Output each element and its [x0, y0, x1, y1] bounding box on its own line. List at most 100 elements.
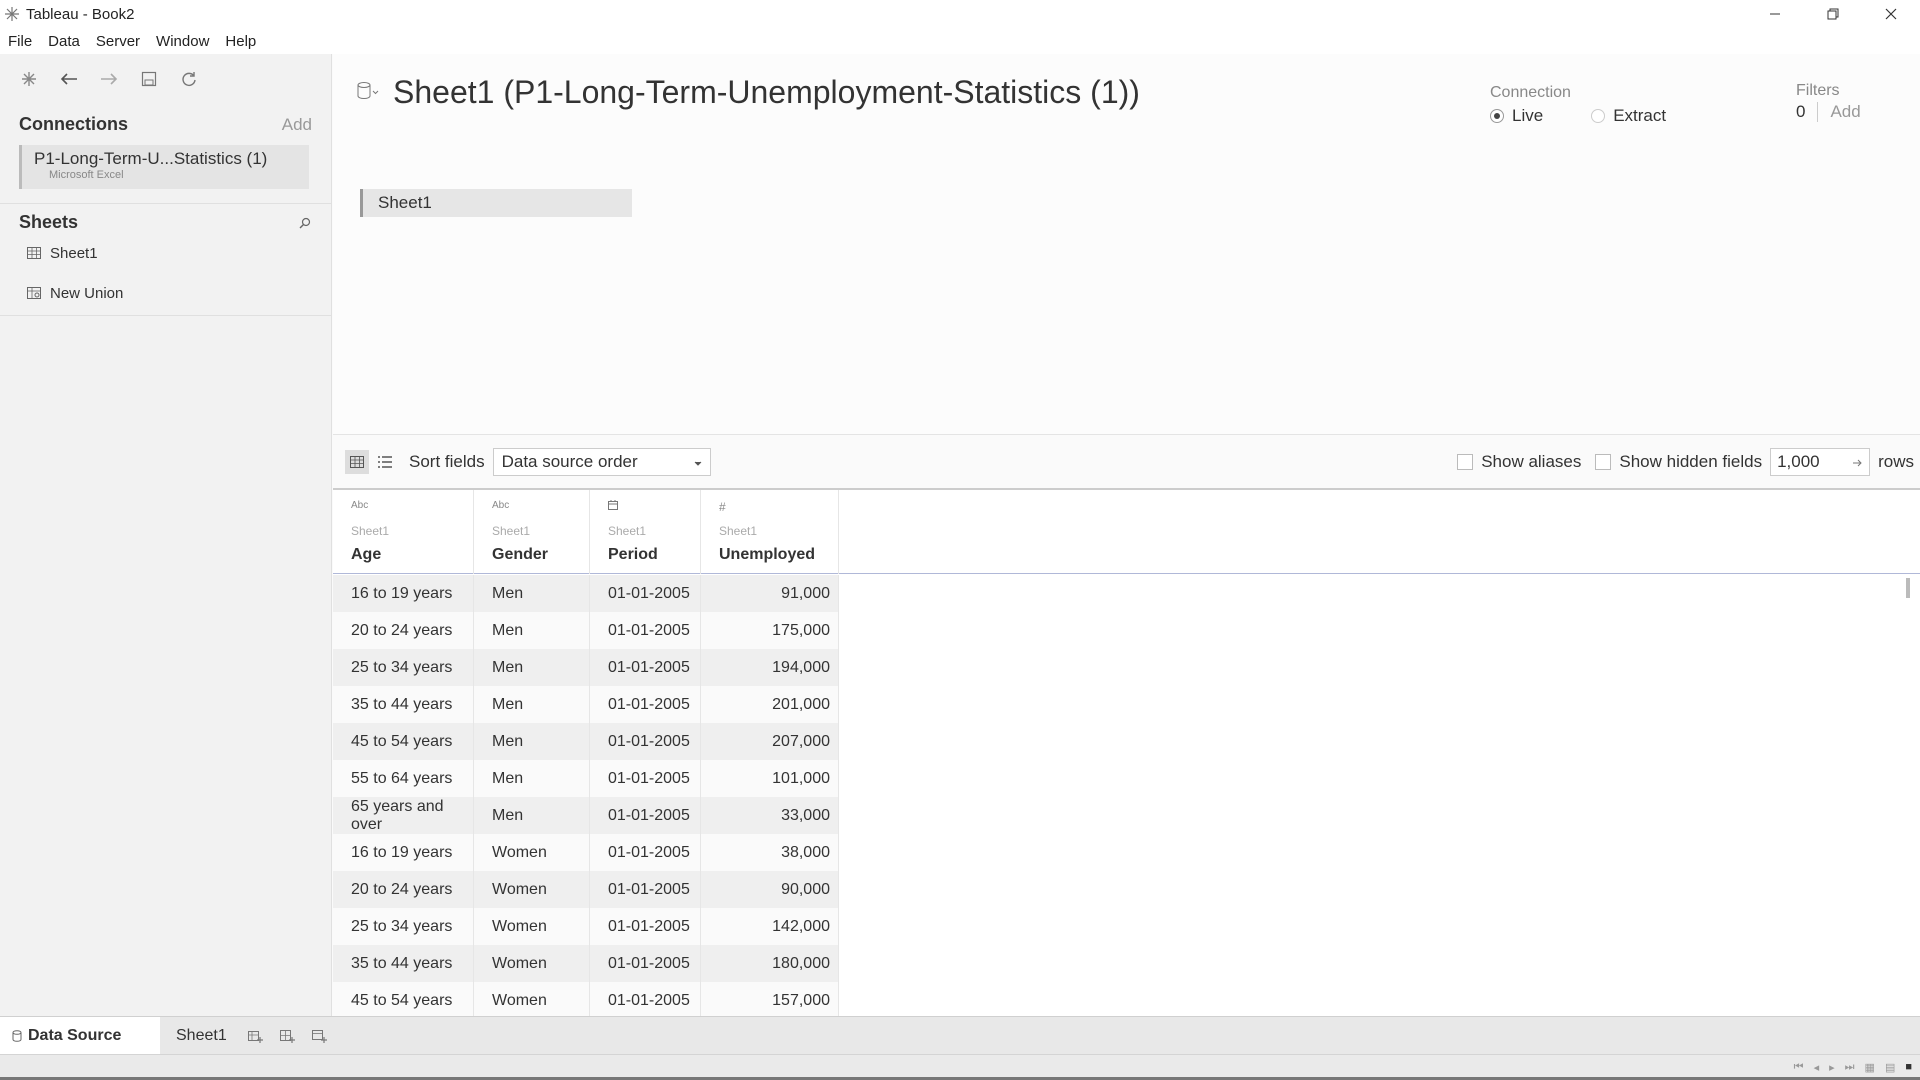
number-type-icon[interactable]: # [719, 500, 838, 524]
cell-period: 01-01-2005 [590, 760, 701, 797]
cell-period: 01-01-2005 [590, 612, 701, 649]
sheet-label: Sheet1 [50, 244, 98, 262]
cell-unemployed: 180,000 [701, 945, 839, 982]
menu-data[interactable]: Data [48, 33, 80, 50]
rows-input[interactable]: 1,000 [1770, 448, 1871, 476]
connection-label: Connection [1490, 84, 1571, 101]
divider [1817, 102, 1819, 122]
refresh-icon[interactable] [178, 68, 200, 90]
table-row: 35 to 44 years Women 01-01-2005 180,000 [333, 945, 839, 982]
column-name: Period [608, 546, 658, 563]
save-icon[interactable] [138, 68, 160, 90]
add-filter-link[interactable]: Add [1830, 102, 1860, 122]
grid-view-icon[interactable] [345, 450, 369, 474]
extract-radio[interactable]: Extract [1591, 106, 1666, 126]
add-connection-link[interactable]: Add [282, 115, 312, 135]
table-pill-sheet1[interactable]: Sheet1 [360, 189, 632, 217]
column-header-unemployed[interactable]: # Sheet1 Unemployed [701, 490, 839, 574]
data-source-title[interactable]: Sheet1 (P1-Long-Term-Unemployment-Statis… [393, 74, 1140, 111]
minimize-button[interactable] [1746, 0, 1804, 28]
menu-server[interactable]: Server [96, 33, 140, 50]
go-arrow-icon[interactable] [1853, 452, 1863, 472]
column-header-gender[interactable]: Abc Sheet1 Gender [474, 490, 590, 574]
cell-age: 35 to 44 years [333, 945, 474, 982]
tableau-home-icon[interactable] [18, 68, 40, 90]
last-page-icon[interactable]: ⏭ [1845, 1061, 1855, 1074]
column-name: Age [351, 546, 382, 563]
tableau-logo-icon [4, 6, 20, 22]
previous-page-icon[interactable]: ◂ [1814, 1061, 1820, 1074]
new-union-item[interactable]: New Union [0, 279, 331, 307]
close-button[interactable] [1862, 0, 1920, 28]
sort-fields-dropdown[interactable]: Data source order [492, 448, 711, 476]
chevron-down-icon [694, 452, 702, 472]
left-panel: Connections Add P1-Long-Term-U...Statist… [0, 54, 332, 1016]
show-hidden-fields-checkbox[interactable] [1595, 454, 1612, 470]
table-row: 16 to 19 years Men 01-01-2005 91,000 [333, 575, 839, 612]
column-name: Unemployed [719, 546, 816, 563]
new-worksheet-icon[interactable] [241, 1022, 269, 1050]
menu-help[interactable]: Help [225, 33, 256, 50]
data-grid: Abc Sheet1 Age Abc Sheet1 Gender Sheet1 … [333, 488, 1920, 1019]
restore-button[interactable] [1804, 0, 1862, 28]
cell-unemployed: 194,000 [701, 649, 839, 686]
filters-section: Filters 0 Add [1796, 82, 1861, 122]
sheets-title: Sheets [19, 212, 79, 232]
cell-gender: Men [474, 797, 590, 834]
cell-unemployed: 142,000 [701, 908, 839, 945]
cell-unemployed: 91,000 [701, 575, 839, 612]
column-header-period[interactable]: Sheet1 Period [590, 490, 701, 574]
window-controls [1746, 0, 1920, 28]
radio-selected-icon [1490, 109, 1504, 123]
extract-label: Extract [1613, 106, 1667, 125]
data-source-title-row: Sheet1 (P1-Long-Term-Unemployment-Statis… [357, 74, 1140, 111]
show-filmstrip-icon[interactable]: ▦ [1865, 1061, 1875, 1074]
show-sheet-sorter-icon[interactable]: ▤ [1885, 1061, 1895, 1074]
first-page-icon[interactable]: ⏮ [1794, 1061, 1804, 1074]
redo-icon[interactable] [98, 68, 120, 90]
connection-item[interactable]: P1-Long-Term-U...Statistics (1) Microsof… [19, 145, 309, 189]
undo-icon[interactable] [58, 68, 80, 90]
vertical-scrollbar[interactable] [1906, 578, 1910, 598]
tab-data-source[interactable]: Data Source [0, 1016, 160, 1055]
cell-unemployed: 175,000 [701, 612, 839, 649]
cell-period: 01-01-2005 [590, 834, 701, 871]
column-header-age[interactable]: Abc Sheet1 Age [333, 490, 474, 574]
next-page-icon[interactable]: ▸ [1829, 1061, 1835, 1074]
radio-unselected-icon [1591, 109, 1606, 123]
cell-age: 25 to 34 years [333, 908, 474, 945]
cell-gender: Men [474, 649, 590, 686]
date-icon[interactable] [608, 500, 700, 524]
new-story-icon[interactable] [305, 1022, 333, 1050]
rows-value: 1,000 [1777, 452, 1820, 471]
new-union-label: New Union [50, 284, 124, 302]
sheet-item-sheet1[interactable]: Sheet1 [0, 239, 331, 267]
cell-gender: Women [474, 982, 590, 1019]
show-aliases-checkbox[interactable] [1457, 454, 1474, 470]
menu-window[interactable]: Window [156, 33, 209, 50]
cell-age: 16 to 19 years [333, 575, 474, 612]
grid-header: Abc Sheet1 Age Abc Sheet1 Gender Sheet1 … [333, 490, 1920, 574]
show-tabs-icon[interactable]: ■ [1905, 1061, 1912, 1074]
new-dashboard-icon[interactable] [273, 1022, 301, 1050]
column-source: Sheet1 [492, 524, 531, 538]
tab-sheet1[interactable]: Sheet1 [166, 1017, 237, 1055]
string-type-icon[interactable]: Abc [492, 500, 589, 524]
table-row: 35 to 44 years Men 01-01-2005 201,000 [333, 686, 839, 723]
live-radio[interactable]: Live [1490, 106, 1543, 126]
cell-period: 01-01-2005 [590, 945, 701, 982]
divider [0, 315, 331, 316]
status-icons: ⏮ ◂ ▸ ⏭ ▦ ▤ ■ [1794, 1061, 1912, 1074]
list-view-icon[interactable] [373, 450, 397, 474]
database-icon[interactable] [357, 81, 379, 105]
cell-period: 01-01-2005 [590, 797, 701, 834]
search-icon[interactable] [298, 216, 312, 230]
sort-fields-label: Sort fields [409, 452, 485, 471]
cell-unemployed: 90,000 [701, 871, 839, 908]
connection-options: Connection Live Extract [1490, 84, 1666, 126]
cell-period: 01-01-2005 [590, 575, 701, 612]
menu-file[interactable]: File [8, 33, 32, 50]
string-type-icon[interactable]: Abc [351, 500, 473, 524]
table-row: 25 to 34 years Women 01-01-2005 142,000 [333, 908, 839, 945]
table-row: 25 to 34 years Men 01-01-2005 194,000 [333, 649, 839, 686]
